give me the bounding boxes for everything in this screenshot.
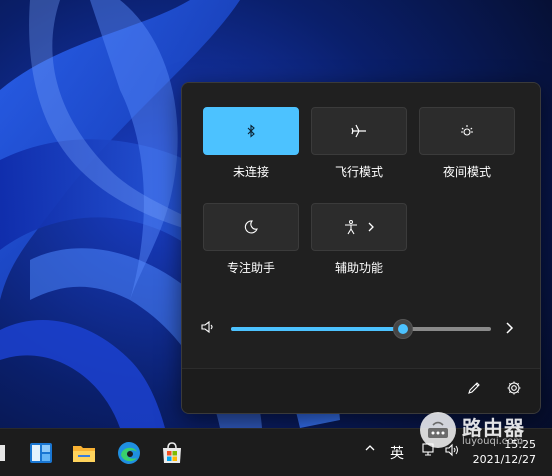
- microsoft-store-icon[interactable]: [160, 441, 184, 465]
- quick-settings-footer: [182, 368, 540, 413]
- gear-icon[interactable]: [506, 380, 522, 400]
- night-light-toggle[interactable]: [419, 107, 515, 155]
- focus-assist-toggle[interactable]: [203, 203, 299, 251]
- chevron-right-icon: [367, 221, 375, 233]
- speaker-icon[interactable]: [200, 319, 216, 339]
- watermark-url: luyouqi.com: [462, 436, 524, 447]
- volume-slider[interactable]: [231, 319, 491, 339]
- file-explorer-icon[interactable]: [72, 441, 96, 465]
- volume-slider-thumb[interactable]: [393, 319, 413, 339]
- site-watermark: 路由器 luyouqi.com: [420, 412, 550, 452]
- watermark-router-logo: [420, 412, 456, 448]
- airplane-mode-toggle[interactable]: [311, 107, 407, 155]
- edge-icon[interactable]: [117, 441, 141, 465]
- pencil-icon[interactable]: [466, 380, 482, 400]
- volume-slider-fill: [231, 327, 403, 331]
- quick-settings-tiles-area: 未连接 飞行模式 夜间模式 专注助手 辅助功能: [182, 83, 540, 368]
- clock-date: 2021/12/27: [472, 453, 536, 466]
- quick-settings-panel: 未连接 飞行模式 夜间模式 专注助手 辅助功能: [181, 82, 541, 414]
- accessibility-label: 辅助功能: [334, 261, 383, 275]
- start-button-partial[interactable]: [0, 443, 8, 467]
- night-light-label: 夜间模式: [442, 165, 491, 179]
- accessibility-icon: [343, 219, 359, 235]
- focus-assist-moon-icon: [243, 219, 259, 235]
- widgets-icon[interactable]: [29, 441, 53, 465]
- volume-output-chevron-icon[interactable]: [504, 320, 514, 339]
- show-hidden-icons-chevron-up-icon[interactable]: [364, 442, 376, 457]
- bluetooth-label: 未连接: [232, 165, 269, 179]
- bluetooth-toggle[interactable]: [203, 107, 299, 155]
- input-language-indicator[interactable]: 英: [390, 443, 404, 463]
- airplane-icon: [351, 124, 367, 138]
- focus-assist-label: 专注助手: [226, 261, 275, 275]
- bluetooth-icon: [244, 124, 258, 138]
- accessibility-toggle[interactable]: [311, 203, 407, 251]
- airplane-mode-label: 飞行模式: [334, 165, 383, 179]
- night-light-icon: [459, 123, 475, 139]
